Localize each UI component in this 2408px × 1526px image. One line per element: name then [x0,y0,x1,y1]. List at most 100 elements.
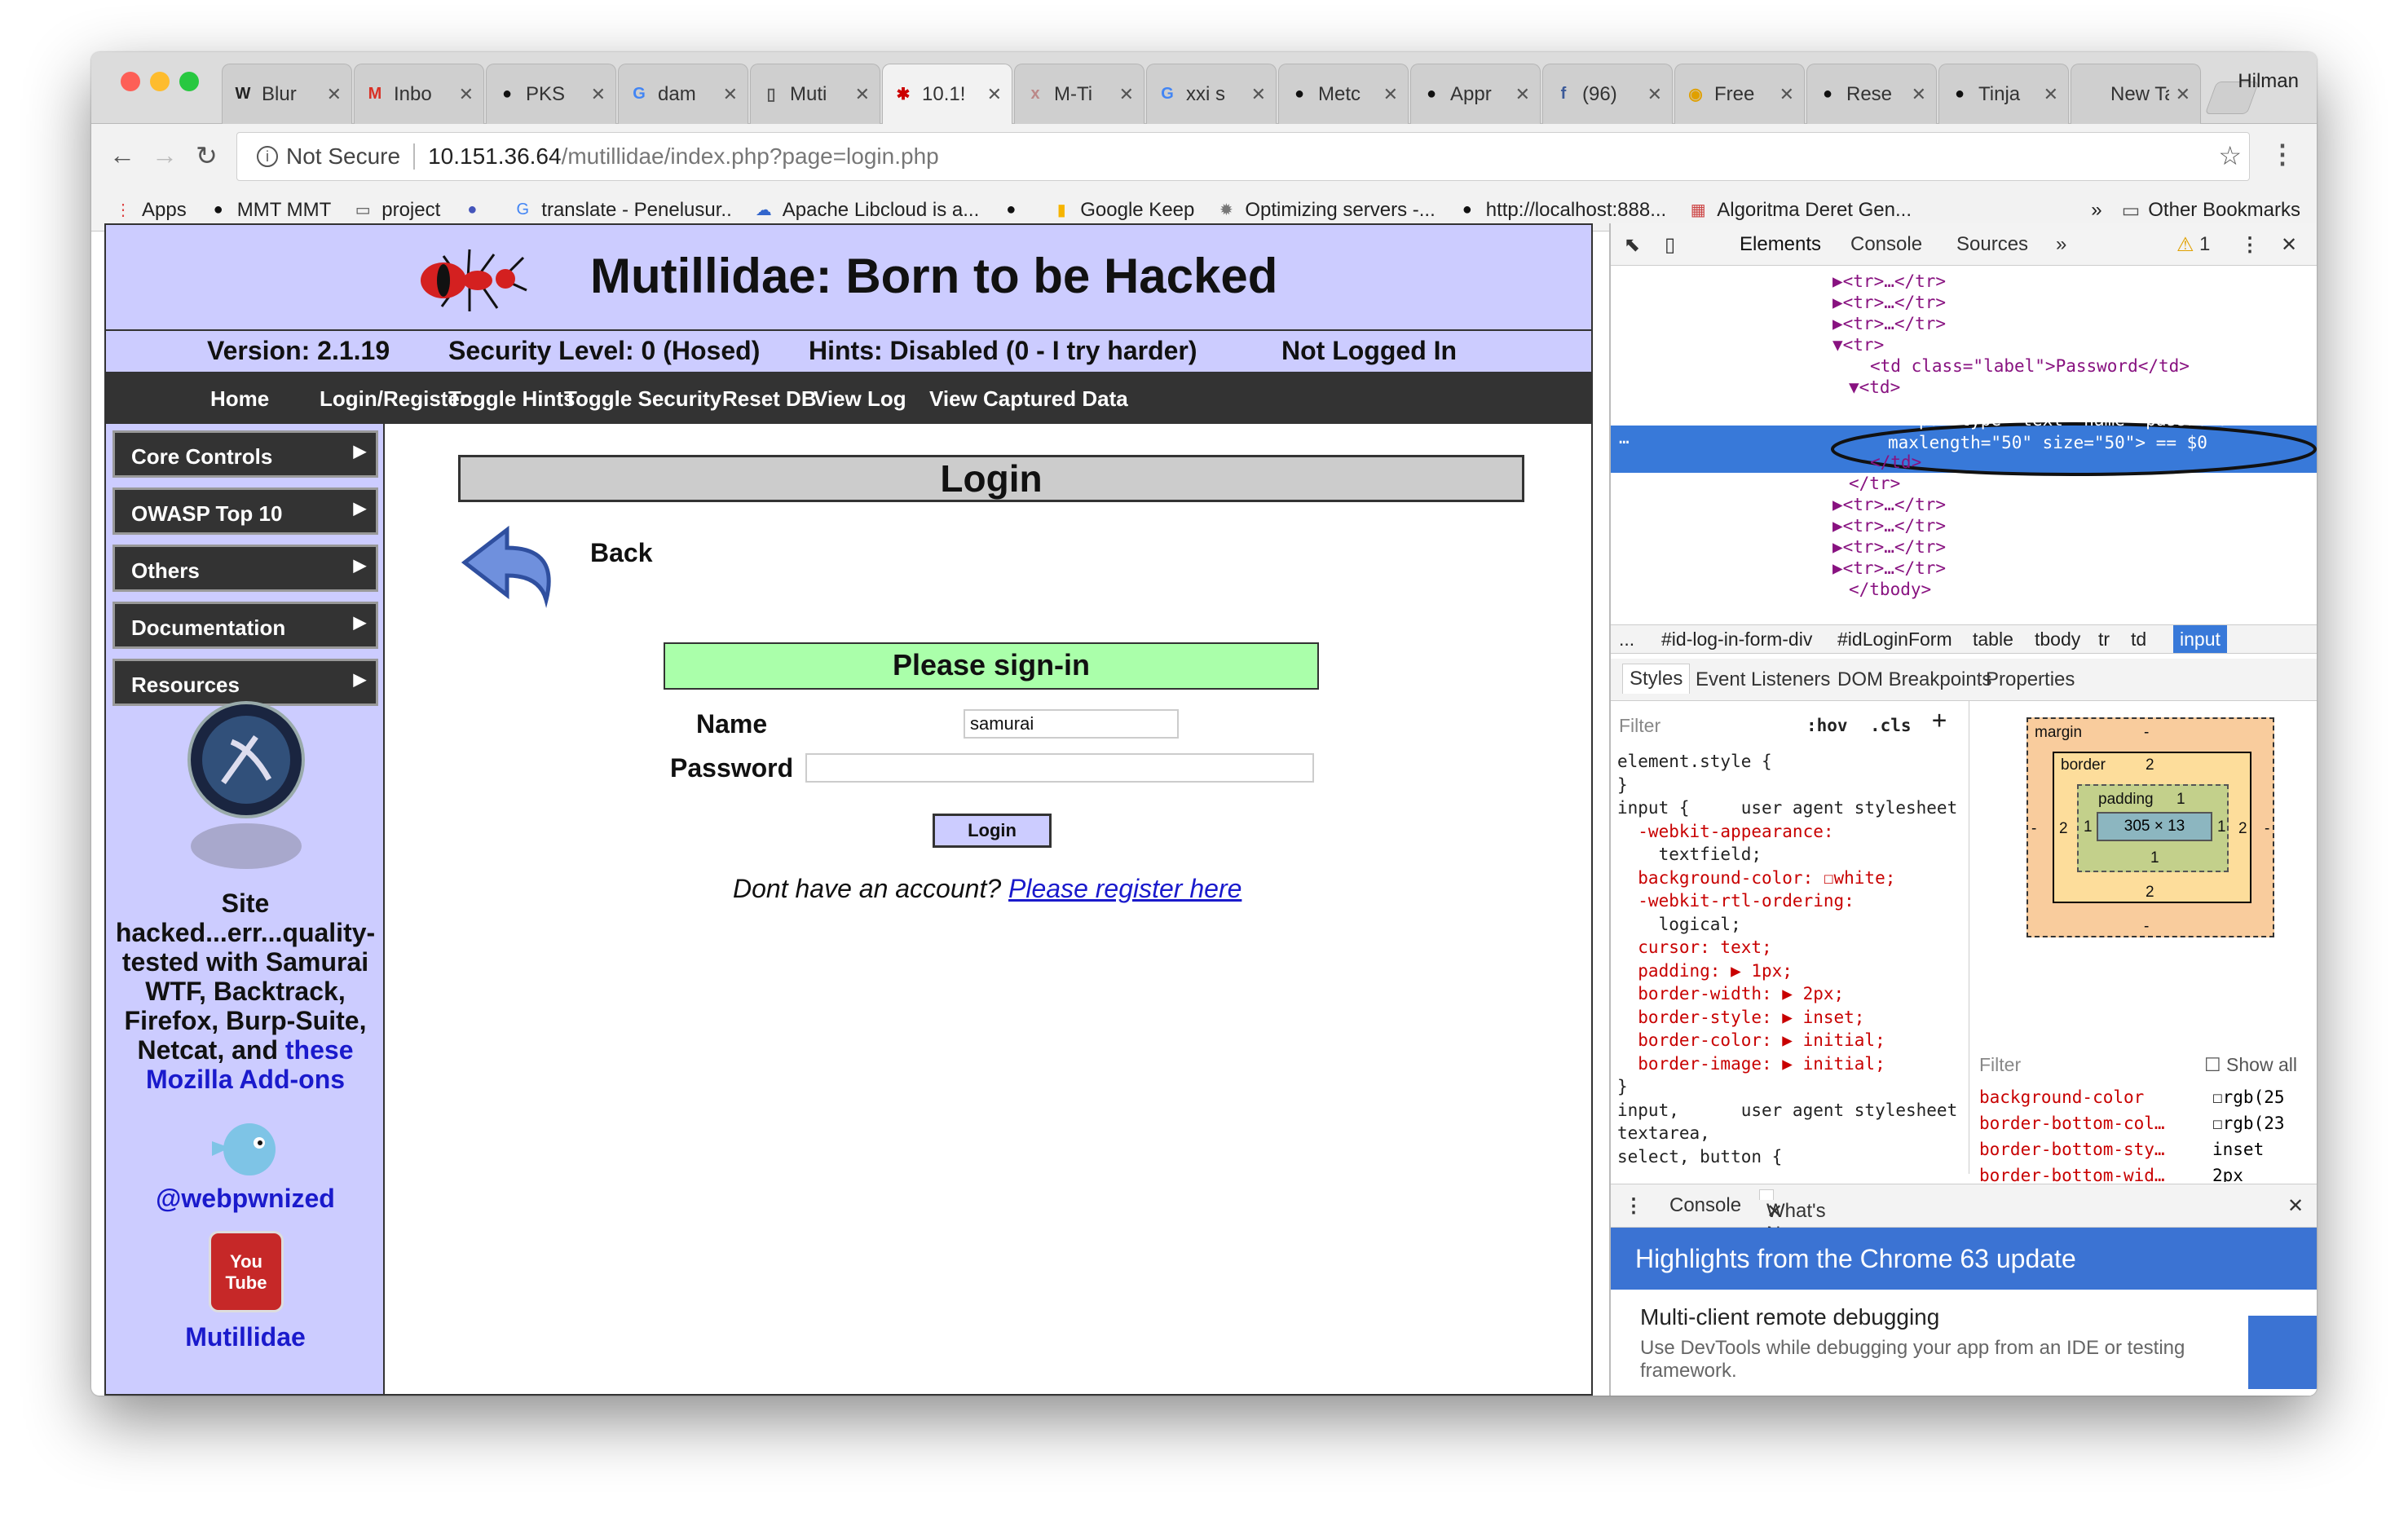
close-devtools-icon[interactable]: ✕ [2281,233,2297,257]
computed-filter-input[interactable]: Filter [1979,1052,2021,1078]
close-tab-icon[interactable]: ✕ [1647,84,1662,105]
sidebar-resources[interactable]: Resources ▶ [112,659,378,706]
bookmark-star-icon[interactable]: ☆ [2218,140,2242,171]
sidebar-documentation[interactable]: Documentation ▶ [112,602,378,649]
inspect-element-icon[interactable]: ⬉ [1624,233,1640,257]
browser-tab[interactable]: ● Tinja ✕ [1938,64,2069,124]
bookmark-item[interactable]: Gtranslate - Penelusur.. [512,199,732,222]
close-tab-icon[interactable]: ✕ [459,84,474,105]
close-tab-icon[interactable]: ✕ [1119,84,1134,105]
bookmark-item[interactable]: ● MMT MMT [208,199,332,222]
bookmark-item[interactable]: ● [1000,200,1030,221]
menu-view-captured-data[interactable]: View Captured Data [929,386,1128,412]
cls-toggle[interactable]: .cls [1870,714,1912,737]
bookmark-item[interactable]: ☁ Apache Libcloud is a... [753,199,980,222]
dom-line[interactable]: ▼<td> [1849,375,1900,399]
browser-tab[interactable]: ● Metc ✕ [1278,64,1409,124]
more-tabs-icon[interactable]: » [2056,233,2066,256]
breadcrumb-item[interactable]: tr [2098,628,2110,651]
browser-tab[interactable]: x M-Ti ✕ [1014,64,1144,124]
login-button[interactable]: Login [933,814,1052,848]
url-path[interactable]: /mutillidae/index.php?page=login.php [562,143,939,170]
password-input[interactable] [805,753,1314,783]
close-tab-icon[interactable]: ✕ [591,84,606,105]
warning-icon[interactable]: ⚠ [2176,233,2194,257]
browser-tab[interactable]: ▯ Muti ✕ [750,64,880,124]
style-tab-properties[interactable]: Properties [1986,668,2075,691]
bookmark-item[interactable]: ▮ Google Keep [1051,199,1195,222]
browser-tab[interactable]: ● Rese ✕ [1806,64,1937,124]
menu-reset-db[interactable]: Reset DB [722,386,817,412]
style-tab-styles[interactable]: Styles [1622,664,1691,694]
computed-prop[interactable]: background-color [1979,1084,2144,1110]
device-toolbar-icon[interactable]: ▯ [1665,233,1675,257]
bookmark-item[interactable]: ▦ Algoritma Deret Gen... [1687,199,1912,222]
address-bar[interactable]: i Not Secure 10.151.36.64 /mutillidae/in… [236,132,2250,181]
sidebar-others[interactable]: Others ▶ [112,545,378,592]
bookmark-item[interactable]: ● http://localhost:888... [1457,199,1667,222]
back-arrow-icon[interactable]: ← [109,140,135,170]
close-tab-icon[interactable]: ✕ [1515,84,1530,105]
info-icon[interactable]: i [257,146,278,167]
tab-sources[interactable]: Sources [1956,233,2028,256]
close-window-button[interactable] [121,72,140,91]
drawer-tab-console[interactable]: Console [1669,1194,1741,1217]
menu-view-log[interactable]: View Log [814,386,906,412]
drawer-menu-icon[interactable]: ⋮ [1624,1194,1643,1218]
bookmark-item[interactable]: ⋮ Apps [112,199,187,222]
menu-toggle-security[interactable]: Toggle Security [564,386,721,412]
browser-tab[interactable]: ◉ Free ✕ [1674,64,1805,124]
not-secure-label[interactable]: Not Secure [286,143,400,170]
breadcrumb-item[interactable]: input [2173,625,2227,653]
browser-tab[interactable]: W Blur ✕ [222,64,352,124]
dom-line[interactable]: <td class="label">Password</td> [1870,354,2190,378]
close-tab-icon[interactable]: ✕ [1383,84,1398,105]
sidebar-core-controls[interactable]: Core Controls ▶ [112,430,378,478]
bookmark-item[interactable]: ▭ project [352,199,441,222]
menu-home[interactable]: Home [210,386,269,412]
browser-tab[interactable]: ● Appr ✕ [1410,64,1541,124]
news-title[interactable]: Multi-client remote debugging [1640,1304,1939,1330]
name-input[interactable] [964,709,1179,739]
styles-filter-input[interactable]: Filter [1619,714,1660,737]
back-arrow-icon[interactable] [458,515,562,613]
profile-name[interactable]: Hilman [2238,70,2299,93]
close-tab-icon[interactable]: ✕ [987,84,1002,105]
breadcrumb-item[interactable]: table [1973,628,2013,651]
computed-prop[interactable]: border-bottom-col… [1979,1110,2165,1136]
close-tab-icon[interactable]: ✕ [723,84,738,105]
close-tab-icon[interactable]: ✕ [855,84,870,105]
zoom-window-button[interactable] [179,72,199,91]
close-tab-icon[interactable]: ✕ [1780,84,1794,105]
minimize-window-button[interactable] [150,72,170,91]
breadcrumb-item[interactable]: #idLoginForm [1837,628,1952,651]
breadcrumb-item[interactable]: ... [1619,628,1634,651]
close-tab-icon[interactable]: ✕ [2176,84,2190,105]
warning-count[interactable]: 1 [2199,233,2210,256]
forward-arrow-icon[interactable]: → [152,140,178,170]
youtube-icon[interactable]: You Tube [209,1231,284,1312]
sidebar-owasp-top-10[interactable]: OWASP Top 10 ▶ [112,487,378,535]
row-ellipsis[interactable]: … [1619,426,1630,450]
close-whats-new-icon[interactable]: ✕ [1766,1200,1783,1224]
twitter-handle-link[interactable]: @webpwnized [106,1184,385,1214]
show-all-checkbox[interactable]: ☐ Show all [2204,1052,2297,1078]
menu-login-register[interactable]: Login/Register [320,386,468,412]
close-tab-icon[interactable]: ✕ [327,84,342,105]
bookmark-item[interactable]: ✹ Optimizing servers -... [1215,199,1436,222]
breadcrumb-item[interactable]: #id-log-in-form-div [1661,628,1812,651]
computed-prop[interactable]: border-bottom-sty… [1979,1136,2165,1162]
browser-tab[interactable]: Gdam ✕ [618,64,748,124]
computed-prop[interactable]: border-bottom-wid… [1979,1162,2165,1182]
reload-icon[interactable]: ↻ [196,140,218,171]
breadcrumb-item[interactable]: tbody [2035,628,2080,651]
browser-tab[interactable]: M Inbo ✕ [354,64,484,124]
breadcrumb-item[interactable]: td [2131,628,2146,651]
youtube-link[interactable]: Mutillidae [106,1322,385,1352]
drawer-tab-whats-new[interactable]: What's New ✕ [1759,1189,1826,1245]
style-tab-event-listeners[interactable]: Event Listeners [1696,668,1830,691]
browser-tab[interactable]: New Tab ✕ [2071,64,2201,124]
menu-toggle-hints[interactable]: Toggle Hints [448,386,576,412]
more-bookmarks-icon[interactable]: » [2091,199,2101,222]
browser-tab[interactable]: Gxxi s ✕ [1146,64,1277,124]
